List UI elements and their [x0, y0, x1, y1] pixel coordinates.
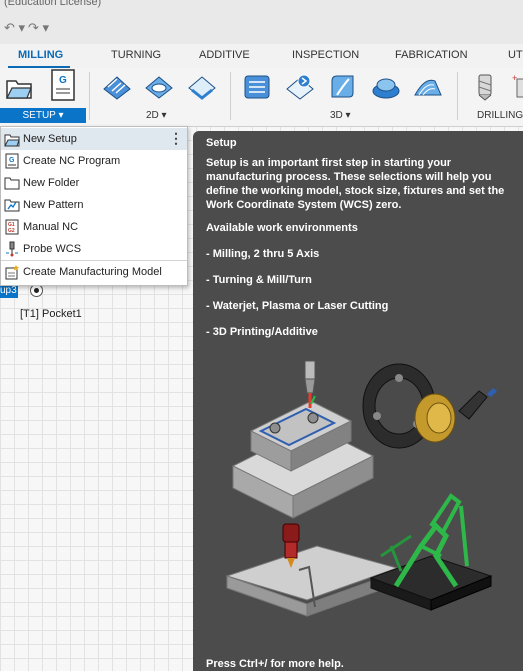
milling-part-illustration	[231, 360, 375, 519]
svg-text:G2: G2	[8, 228, 15, 234]
3d-flow-icon	[331, 75, 354, 98]
lathe-chuck-illustration	[362, 363, 497, 449]
operation-node[interactable]: [T1] Pocket1	[20, 308, 82, 320]
quick-access-toolbar	[0, 14, 523, 45]
3d-group-label[interactable]: 3D ▾	[330, 110, 351, 121]
2d-adaptive-button[interactable]	[102, 72, 132, 102]
3d-adaptive-button[interactable]	[242, 72, 272, 102]
setup-dropdown-button[interactable]: SETUP ▾	[0, 108, 86, 123]
probe-icon	[6, 241, 18, 257]
menu-item-new-folder[interactable]: New Folder	[1, 172, 187, 194]
manual-nc-icon: G1G2	[5, 219, 19, 235]
3d-pocket-icon	[286, 74, 314, 100]
more-options-icon[interactable]: ⋮	[169, 130, 183, 147]
tooltip-subtitle: Available work environments	[206, 222, 358, 234]
tooltip-footer: Press Ctrl+/ for more help.	[206, 658, 344, 670]
2d-pocket-icon	[145, 76, 173, 99]
2d-contour-icon	[188, 76, 216, 100]
drill-icon	[478, 74, 492, 101]
setup-tooltip: Setup Setup is an important first step i…	[193, 131, 523, 671]
hole-recognition-button[interactable]: +	[506, 72, 523, 102]
menu-item-create-manufacturing-model[interactable]: Create Manufacturing Model	[1, 261, 187, 283]
nc-program-button[interactable]: G	[48, 69, 78, 101]
3d-parallel-button[interactable]	[413, 72, 443, 102]
setup-menu: New Setup ⋮ G Create NC Program New Fold…	[0, 126, 188, 286]
menu-item-new-pattern[interactable]: New Pattern	[1, 194, 187, 216]
3d-flow-button[interactable]	[328, 72, 358, 102]
svg-text:G: G	[59, 75, 67, 86]
folder-icon	[6, 80, 32, 99]
tab-additive[interactable]: ADDITIVE	[199, 49, 250, 61]
tab-milling[interactable]: MILLING	[18, 49, 63, 61]
undo-icon[interactable]: ↶ ▾	[4, 20, 25, 36]
tooltip-illustration	[225, 360, 497, 617]
manufacturing-model-icon	[5, 265, 19, 280]
tooltip-title: Setup	[206, 137, 237, 149]
window-title: (Education License)	[4, 0, 102, 8]
3d-pocket-button[interactable]	[285, 72, 315, 102]
nc-program-icon: G	[5, 153, 19, 169]
folder-icon	[4, 177, 20, 190]
tooltip-list-item: - Waterjet, Plasma or Laser Cutting	[206, 300, 389, 312]
hole-recognition-icon: +	[512, 73, 523, 98]
tooltip-list-item: - Milling, 2 thru 5 Axis	[206, 248, 320, 260]
nc-program-icon: G	[51, 69, 75, 101]
2d-adaptive-icon	[103, 76, 131, 100]
pattern-icon	[4, 199, 20, 212]
3d-adaptive-icon	[244, 75, 270, 99]
new-setup-button[interactable]	[4, 72, 34, 102]
svg-text:G: G	[9, 157, 15, 164]
ribbon-separator	[230, 72, 231, 120]
2d-pocket-button[interactable]	[144, 72, 174, 102]
tab-fabrication[interactable]: FABRICATION	[395, 49, 468, 61]
menu-item-create-nc-program[interactable]: G Create NC Program	[1, 150, 187, 172]
menu-item-manual-nc[interactable]: G1 G2 Manual NC	[1, 216, 187, 238]
tab-utilities[interactable]: UTI	[508, 49, 523, 61]
redo-icon[interactable]: ↷ ▾	[28, 20, 49, 36]
tab-inspection[interactable]: INSPECTION	[292, 49, 359, 61]
cutting-plate-illustration	[225, 523, 399, 617]
2d-group-label[interactable]: 2D ▾	[146, 110, 167, 121]
title-bar: (Education License)	[0, 0, 523, 14]
svg-text:+: +	[512, 73, 517, 83]
tooltip-list-item: - Turning & Mill/Turn	[206, 274, 312, 286]
tab-turning[interactable]: TURNING	[111, 49, 161, 61]
3d-print-illustration	[369, 493, 493, 611]
2d-contour-button[interactable]	[187, 72, 217, 102]
3d-scallop-icon	[372, 78, 400, 99]
drill-button[interactable]	[470, 72, 500, 102]
3d-parallel-icon	[414, 79, 442, 96]
menu-item-new-setup[interactable]: New Setup ⋮	[1, 128, 187, 150]
menu-item-probe-wcs[interactable]: Probe WCS	[1, 238, 187, 260]
tooltip-description: Setup is an important first step in star…	[206, 157, 505, 211]
ribbon-separator	[89, 72, 90, 120]
3d-scallop-button[interactable]	[371, 72, 401, 102]
ribbon-separator	[457, 72, 458, 120]
new-setup-icon	[4, 134, 20, 147]
tooltip-list-item: - 3D Printing/Additive	[206, 326, 318, 338]
drilling-group-label[interactable]: DRILLING	[477, 110, 523, 121]
